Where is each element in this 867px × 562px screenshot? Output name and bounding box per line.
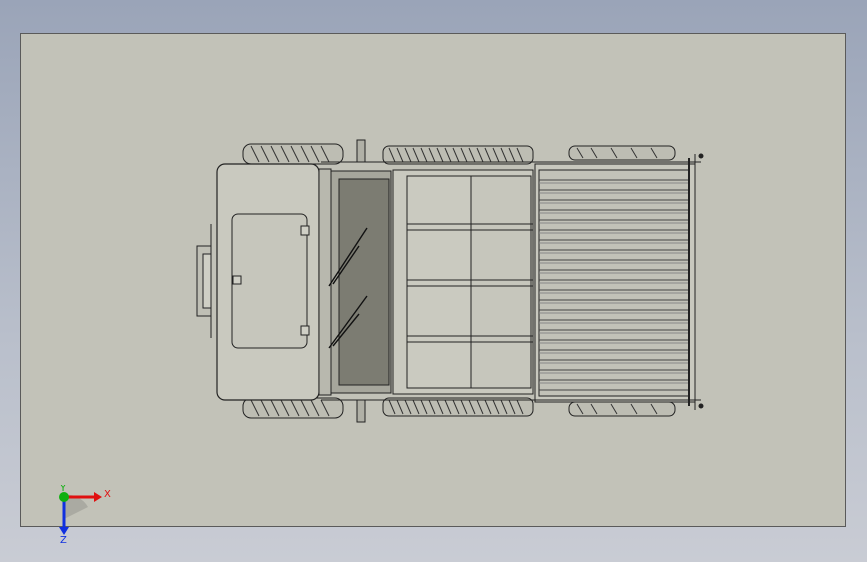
z-axis-arrow-icon [59,527,69,535]
coordinate-triad: X Y Z [48,483,118,547]
x-axis-arrow-icon [94,492,102,502]
graphics-viewport[interactable] [20,33,846,527]
y-axis-label: Y [59,485,67,494]
hood [216,163,320,401]
mirror-right [356,399,366,423]
cowl [318,168,332,396]
middle-right-tire [382,397,534,417]
mirror-left [356,139,366,163]
rear-left-tire [568,145,676,161]
vehicle-model[interactable] [21,34,847,528]
front-bumper [196,224,212,338]
rear-right-tire [568,401,676,417]
front-left-tire [242,143,344,165]
windshield [338,178,390,386]
cargo-bed [534,153,704,410]
z-axis-label: Z [60,535,67,546]
front-right-tire [242,397,344,419]
cabin [392,169,534,395]
middle-left-tire [382,145,534,165]
x-axis-label: X [104,489,111,500]
